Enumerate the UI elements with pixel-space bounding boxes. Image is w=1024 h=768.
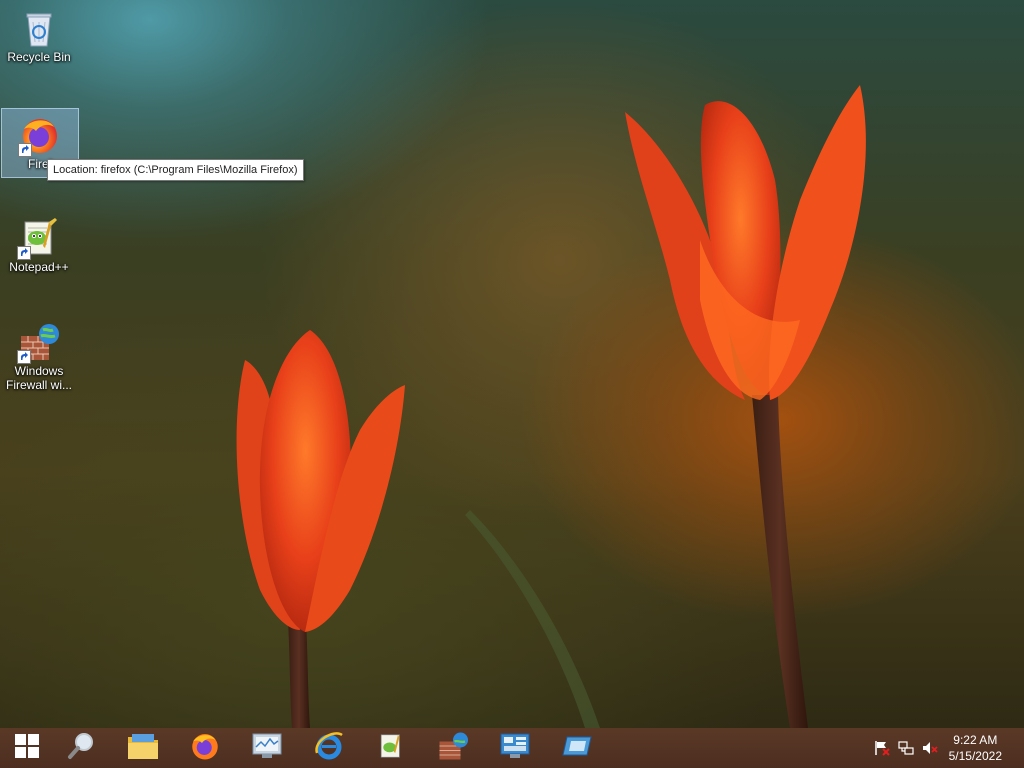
desktop-icon-label: Recycle Bin [7,50,71,64]
control-panel-icon [500,731,530,766]
taskbar-windows-firewall[interactable] [426,728,480,768]
taskbar-performance-monitor[interactable] [240,728,294,768]
taskbar: 9:22 AM 5/15/2022 [0,728,1024,768]
volume-muted-icon[interactable] [922,740,938,756]
firefox-icon [190,731,220,766]
desktop-icon-notepad-plus-plus[interactable]: Notepad++ [1,212,77,284]
desktop-icon-label-line1: Windows [14,364,64,378]
taskbar-internet-explorer[interactable] [302,728,356,768]
location-tooltip: Location: firefox (C:\Program Files\Mozi… [47,159,304,181]
taskbar-search-button[interactable] [54,728,108,768]
clock-date: 5/15/2022 [948,749,1002,763]
clock-time: 9:22 AM [953,733,998,747]
shortcut-arrow-icon [17,350,31,364]
taskbar-notepad-plus-plus[interactable] [364,728,418,768]
start-button[interactable] [0,728,54,768]
right-tulip [625,85,866,400]
desktop-icon-windows-firewall[interactable]: Windows Firewall wi... [1,316,77,402]
file-explorer-icon [127,731,159,766]
remote-desktop-icon [562,733,592,764]
firewall-icon [17,322,59,364]
search-magnifier-icon [66,731,96,766]
taskbar-control-panel[interactable] [488,728,542,768]
network-icon[interactable] [898,740,914,756]
action-center-flag-icon[interactable] [874,740,890,756]
taskbar-clock[interactable]: 9:22 AM 5/15/2022 [949,732,1002,764]
windows-start-icon [14,733,40,764]
desktop-icon-recycle-bin[interactable]: Recycle Bin [1,2,77,74]
taskbar-remote-desktop[interactable] [550,728,604,768]
desktop-icon-label-line2: Firewall wi... [5,378,72,392]
left-tulip [236,330,405,632]
recycle-bin-icon [19,8,59,48]
taskbar-file-explorer[interactable] [116,728,170,768]
firefox-icon [18,115,60,157]
desktop-wallpaper [0,0,1024,728]
notepad-plus-plus-icon [17,218,59,260]
taskbar-firefox[interactable] [178,728,232,768]
internet-explorer-icon [314,731,344,766]
notepad-plus-plus-icon [377,731,405,766]
desktop-icon-label: Notepad++ [9,260,69,274]
performance-monitor-icon [252,732,282,765]
shortcut-arrow-icon [17,246,31,260]
firewall-icon [438,731,468,766]
shortcut-arrow-icon [18,143,32,157]
